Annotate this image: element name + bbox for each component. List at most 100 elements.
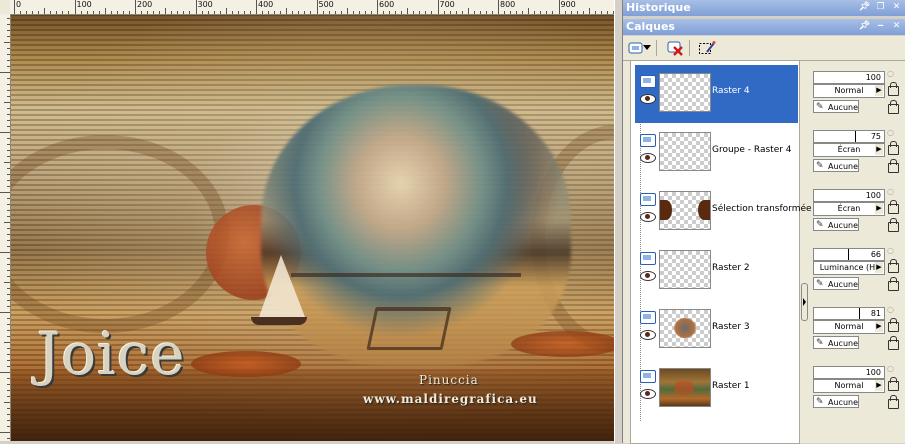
lock-icon[interactable] — [888, 200, 899, 214]
ruler-tick — [68, 11, 70, 14]
visibility-eye-icon[interactable] — [640, 330, 656, 340]
ruler-tick — [485, 11, 487, 14]
blend-dropdown-arrow-icon[interactable]: ▶ — [875, 203, 883, 214]
lock-icon[interactable] — [888, 277, 899, 291]
layer-row[interactable]: Sélection transformée — [635, 183, 812, 241]
opacity-slider[interactable]: 75 — [813, 130, 885, 143]
ruler-tick — [510, 11, 512, 14]
image-canvas[interactable]: Joice Pinuccia www.maldiregrafica.eu — [11, 15, 614, 441]
mask-value: Aucune — [828, 398, 859, 407]
lock-icon[interactable] — [888, 82, 899, 96]
delete-layer-button[interactable] — [665, 39, 687, 57]
splitter-grip[interactable] — [801, 283, 808, 321]
layer-properties: 100 ○ Écran ▶ ✎ Aucune — [811, 183, 905, 241]
visibility-eye-icon[interactable] — [640, 153, 656, 163]
ruler-tick — [38, 11, 40, 14]
link-icon[interactable]: ○ — [887, 364, 897, 374]
lock-icon[interactable] — [888, 336, 899, 350]
ruler-tick — [7, 174, 10, 175]
layer-row[interactable]: Raster 2 — [635, 242, 798, 300]
layers-panel-header[interactable]: Calques 📌︎ ‒ ✕ — [623, 19, 905, 35]
ruler-tick — [576, 11, 578, 14]
ruler-label: 0 — [16, 0, 22, 9]
layer-properties: 81 ○ Normal ▶ ✎ Aucune — [811, 301, 905, 359]
ruler-tick — [165, 8, 167, 14]
close-icon[interactable]: ✕ — [890, 20, 903, 33]
mask-select[interactable]: ✎ Aucune — [813, 395, 859, 408]
layer-name: Raster 4 — [712, 86, 750, 96]
visibility-eye-icon[interactable] — [640, 212, 656, 222]
ruler-tick — [310, 11, 312, 14]
ruler-tick — [4, 342, 10, 343]
blend-mode-value: Normal — [834, 381, 864, 390]
ruler-label: 900 — [560, 0, 576, 9]
ruler-tick — [7, 330, 10, 331]
lock-icon[interactable] — [888, 100, 899, 114]
ruler-tick — [7, 84, 10, 85]
visibility-eye-icon[interactable] — [640, 271, 656, 281]
ruler-tick — [7, 60, 10, 61]
ruler-tick — [0, 312, 10, 313]
raster-layer-icon — [640, 370, 656, 383]
link-icon[interactable]: ○ — [887, 305, 897, 315]
minimize-icon[interactable]: ‒ — [874, 20, 887, 33]
raster-layer-icon — [640, 252, 656, 265]
lock-icon[interactable] — [888, 159, 899, 173]
link-icon[interactable]: ○ — [887, 246, 897, 256]
raster-layer-icon — [640, 311, 656, 324]
mask-select[interactable]: ✎ Aucune — [813, 336, 859, 349]
opacity-slider[interactable]: 66 — [813, 248, 885, 261]
lock-icon[interactable] — [888, 377, 899, 391]
orange-ellipse-left — [191, 351, 301, 377]
mask-select[interactable]: ✎ Aucune — [813, 277, 859, 290]
lock-icon[interactable] — [888, 318, 899, 332]
ruler-tick — [7, 306, 10, 307]
ruler-tick — [110, 11, 112, 14]
mask-select[interactable]: ✎ Aucune — [813, 159, 859, 172]
visibility-eye-icon[interactable] — [640, 389, 656, 399]
pin-icon[interactable]: 📌︎ — [858, 20, 871, 33]
new-layer-dropdown[interactable] — [642, 39, 652, 57]
opacity-slider[interactable]: 81 — [813, 307, 885, 320]
blend-dropdown-arrow-icon[interactable]: ▶ — [875, 321, 883, 332]
ruler-tick — [237, 11, 239, 14]
blend-dropdown-arrow-icon[interactable]: ▶ — [875, 262, 883, 273]
brush-icon: ✎ — [816, 220, 824, 230]
mask-select[interactable]: ✎ Aucune — [813, 100, 859, 113]
mask-select[interactable]: ✎ Aucune — [813, 218, 859, 231]
mask-value: Aucune — [828, 339, 859, 348]
blend-dropdown-arrow-icon[interactable]: ▶ — [875, 380, 883, 391]
history-panel-title: Historique — [626, 1, 691, 14]
opacity-slider[interactable]: 100 — [813, 366, 885, 379]
link-icon[interactable]: ○ — [887, 187, 897, 197]
layer-row[interactable]: Raster 1 — [635, 360, 798, 418]
restore-icon[interactable]: ❐ — [874, 1, 887, 14]
pin-icon[interactable]: 📌︎ — [858, 1, 871, 14]
close-icon[interactable]: ✕ — [890, 1, 903, 14]
visibility-eye-icon[interactable] — [640, 94, 656, 104]
opacity-slider[interactable]: 100 — [813, 71, 885, 84]
canvas-panel-splitter[interactable] — [614, 0, 623, 443]
lock-icon[interactable] — [888, 395, 899, 409]
blend-dropdown-arrow-icon[interactable]: ▶ — [875, 144, 883, 155]
layer-row[interactable]: Raster 4 — [635, 65, 798, 123]
ruler-tick — [582, 11, 584, 14]
blend-dropdown-arrow-icon[interactable]: ▶ — [875, 85, 883, 96]
layer-row[interactable]: Groupe - Raster 4 — [635, 124, 798, 182]
ruler-tick — [413, 11, 415, 14]
lock-icon[interactable] — [888, 218, 899, 232]
ruler-tick — [364, 11, 366, 14]
lock-icon[interactable] — [888, 259, 899, 273]
ruler-tick — [504, 11, 506, 14]
ruler-tick — [7, 156, 10, 157]
ruler-tick — [467, 8, 469, 14]
link-icon[interactable]: ○ — [887, 69, 897, 79]
history-panel-header[interactable]: Historique 📌︎ ❐ ✕ — [623, 0, 905, 16]
layer-row[interactable]: Raster 3 — [635, 301, 798, 359]
ruler-tick — [522, 11, 524, 14]
layer-panel-splitter[interactable] — [799, 61, 809, 443]
lock-icon[interactable] — [888, 141, 899, 155]
link-icon[interactable]: ○ — [887, 128, 897, 138]
edit-selection-button[interactable] — [696, 39, 718, 57]
opacity-slider[interactable]: 100 — [813, 189, 885, 202]
